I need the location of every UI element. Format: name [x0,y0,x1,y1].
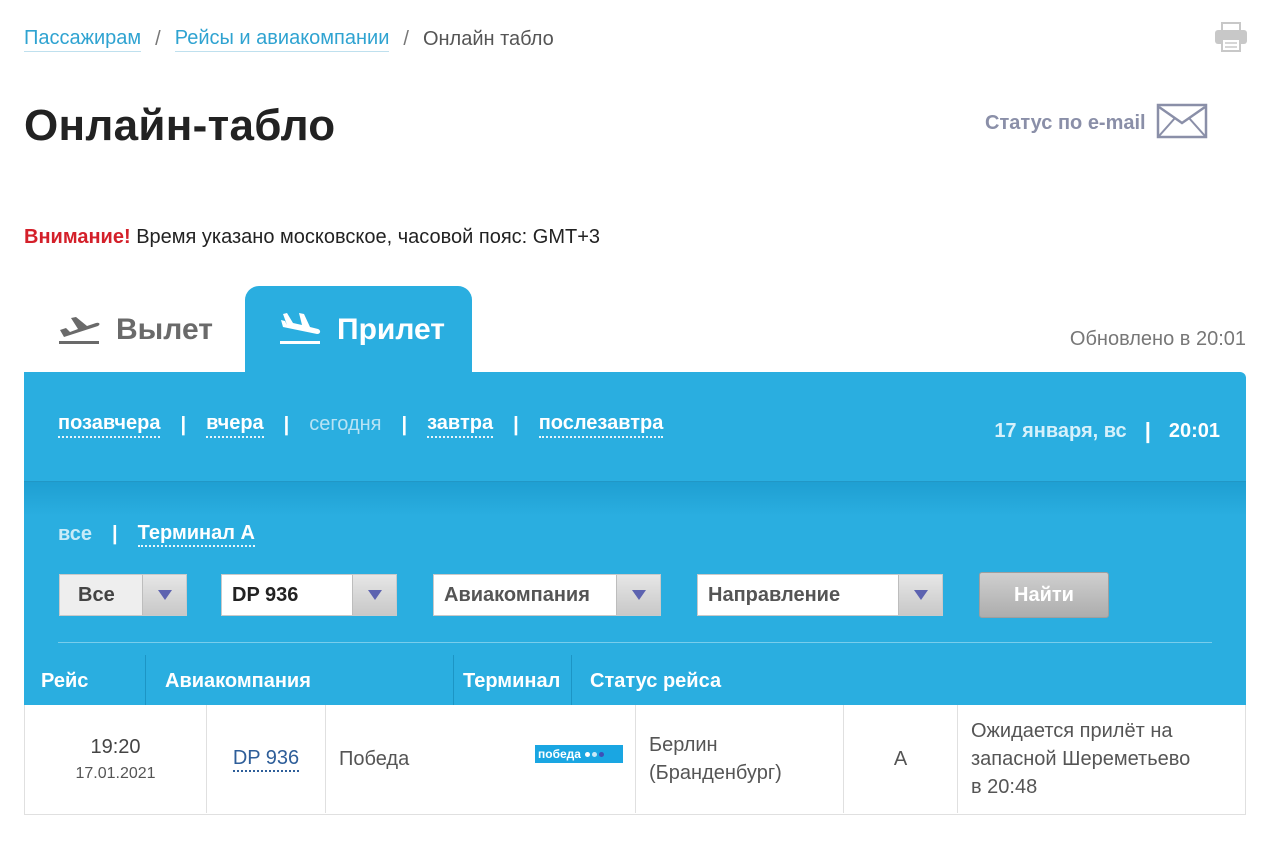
column-header-terminal: Терминал [463,670,561,692]
divider: | [1144,418,1151,443]
airline-select-placeholder: Авиакомпания [444,583,590,606]
page-title: Онлайн-табло [24,101,336,150]
yesterday-link[interactable]: вчера [206,412,264,438]
airline-name: Победа [339,747,410,770]
flight-number-input[interactable]: DP 936 [221,574,397,616]
divider: | [112,523,118,545]
tab-arrival-label: Прилет [337,313,445,346]
breadcrumb-current: Онлайн табло [422,28,554,50]
email-status-link[interactable]: Статус по e-mail [985,103,1208,144]
flights-table: 19:20 17.01.2021 DP 936 Победа победа Бе… [24,705,1246,815]
divider: | [401,413,408,436]
tomorrow-link[interactable]: завтра [427,412,494,438]
tab-departure[interactable]: Вылет [24,286,245,374]
airline-select[interactable]: Авиакомпания [433,574,661,616]
terminal-all-link[interactable]: все [58,523,92,546]
current-datetime: 17 января, вс | 20:01 [994,418,1220,444]
triangle-down-icon[interactable] [898,575,942,615]
updated-time: Обновлено в 20:01 [1069,328,1246,350]
find-button[interactable]: Найти [979,572,1109,618]
arrival-date: 17.01.2021 [75,764,156,782]
plane-takeoff-icon [56,310,116,351]
column-separator [571,655,572,705]
day-selector: позавчера | вчера | сегодня | завтра | п… [58,412,664,438]
current-date: 17 января, вс [994,419,1127,442]
today-link[interactable]: сегодня [309,413,381,437]
breadcrumb-separator: / [403,28,409,50]
column-separator [145,655,146,705]
divider: | [180,413,187,436]
column-header-status: Статус рейса [590,670,722,692]
current-time: 20:01 [1168,419,1220,442]
terminal-a-link[interactable]: Терминал А [137,522,255,547]
breadcrumb-separator: / [155,28,161,50]
timezone-notice: Внимание! Время указано московское, часо… [24,226,600,249]
divider: | [283,413,290,436]
direction-select-placeholder: Направление [708,583,841,606]
flight-number-value: DP 936 [232,583,299,606]
tab-departure-label: Вылет [116,313,213,346]
notice-text: Время указано московское, часовой пояс: … [136,226,601,248]
flight-status: Ожидается прилёт на запасной Шереметьево… [971,720,1191,798]
envelope-icon [1156,103,1208,144]
tab-arrival[interactable]: Прилет [245,286,472,374]
triangle-down-icon[interactable] [142,575,186,615]
triangle-down-icon[interactable] [352,575,396,615]
flight-number-cell: DP 936 [207,705,326,813]
airline-logo-text: победа [538,747,581,761]
breadcrumb-flights-airlines[interactable]: Рейсы и авиакомпании [174,27,390,52]
day-selector-bar: позавчера | вчера | сегодня | завтра | п… [24,372,1246,482]
notice-warning-label: Внимание! [24,226,131,248]
printer-icon[interactable] [1214,22,1248,52]
email-status-label: Статус по e-mail [985,112,1146,134]
triangle-down-icon[interactable] [616,575,660,615]
breadcrumb-passengers[interactable]: Пассажирам [24,27,142,52]
day-after-tomorrow-link[interactable]: послезавтра [538,412,664,438]
direction-select[interactable]: Направление [697,574,943,616]
column-header-airline: Авиакомпания [165,670,311,692]
day-before-yesterday-link[interactable]: позавчера [58,412,161,438]
terminal-value: A [844,705,958,813]
flight-number-link[interactable]: DP 936 [232,747,300,772]
divider [58,642,1212,643]
arrivals-panel: позавчера | вчера | сегодня | завтра | п… [24,372,1246,705]
terminal-select[interactable]: Все [59,574,187,616]
airline-logo: победа [535,745,623,763]
panel-shade [24,482,1246,516]
arrival-time: 19:20 [90,735,141,758]
terminal-select-value: Все [78,583,115,606]
breadcrumb: Пассажирам / Рейсы и авиакомпании / Онла… [24,27,554,52]
plane-landing-icon [277,310,337,351]
origin-city: Берлин (Бранденбург) [636,705,844,813]
arrival-time-cell: 19:20 17.01.2021 [25,705,207,813]
column-header-flight: Рейс [41,670,89,692]
terminal-filter: все | Терминал А [58,522,255,547]
column-separator [453,655,454,705]
airline-cell: Победа победа [326,705,636,813]
divider: | [513,413,519,436]
